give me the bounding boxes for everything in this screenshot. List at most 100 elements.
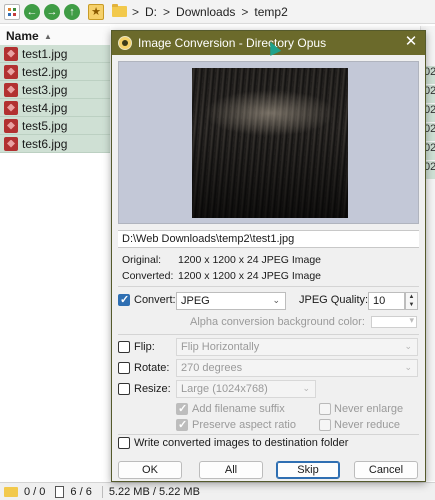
breadcrumb: > D: > Downloads > temp2 <box>132 5 288 19</box>
status-size: 5.22 MB / 5.22 MB <box>101 485 200 498</box>
convert-label: Convert: <box>134 294 176 306</box>
chevron-down-icon: ⌄ <box>302 383 310 393</box>
converted-label: Converted: <box>122 270 174 282</box>
flip-label: Flip: <box>134 341 155 353</box>
image-preview <box>118 61 419 224</box>
column-header-label: Name <box>6 29 39 43</box>
chevron-down-icon: ⌄ <box>404 362 412 372</box>
list-item[interactable]: test4.jpg <box>0 99 110 117</box>
list-item[interactable]: test1.jpg <box>0 45 110 63</box>
image-file-icon <box>4 118 18 133</box>
never-reduce-label: Never reduce <box>334 419 401 431</box>
divider <box>118 286 419 287</box>
write-dest-label: Write converted images to destination fo… <box>134 437 349 449</box>
file-name: test3.jpg <box>22 82 68 97</box>
image-file-icon <box>4 82 18 97</box>
flip-select[interactable]: Flip Horizontally ⌄ <box>176 338 418 356</box>
divider <box>118 434 419 435</box>
resize-label: Resize: <box>134 383 171 395</box>
dialog-titlebar[interactable]: Image Conversion - Directory Opus ✕ <box>112 31 425 56</box>
breadcrumb-separator: > <box>132 5 140 19</box>
add-suffix-checkbox[interactable] <box>176 402 188 415</box>
rotate-value: 270 degrees <box>181 362 243 374</box>
file-name: test4.jpg <box>22 100 68 115</box>
rotate-checkbox[interactable] <box>118 362 130 374</box>
folder-icon <box>4 486 18 497</box>
flip-value: Flip Horizontally <box>181 341 260 353</box>
breadcrumb-separator: > <box>241 5 249 19</box>
never-enlarge-checkbox[interactable] <box>319 403 331 415</box>
stepper-down-icon[interactable]: ▼ <box>406 301 417 309</box>
breadcrumb-item-downloads[interactable]: Downloads <box>176 5 235 19</box>
file-icon <box>55 485 65 498</box>
converted-info: Converted: 1200 x 1200 x 24 JPEG Image <box>122 270 321 282</box>
convert-format-value: JPEG <box>181 295 210 307</box>
breadcrumb-item-drive[interactable]: D: <box>145 5 157 19</box>
resize-select[interactable]: Large (1024x768) ⌄ <box>176 380 316 398</box>
jpeg-quality-stepper[interactable]: ▲ ▼ <box>405 292 418 310</box>
convert-format-select[interactable]: JPEG ⌄ <box>176 292 286 310</box>
list-item[interactable]: test5.jpg <box>0 117 110 135</box>
folder-icon <box>112 4 127 17</box>
file-list: test1.jpg test2.jpg test3.jpg test4.jpg … <box>0 45 110 153</box>
never-reduce-checkbox[interactable] <box>319 419 331 431</box>
list-item[interactable]: test2.jpg <box>0 63 110 81</box>
alpha-color-label: Alpha conversion background color: <box>190 316 365 328</box>
converted-value: 1200 x 1200 x 24 JPEG Image <box>178 270 322 282</box>
rotate-select[interactable]: 270 degrees ⌄ <box>176 359 418 377</box>
breadcrumb-separator: > <box>163 5 171 19</box>
preserve-aspect-label: Preserve aspect ratio <box>192 419 296 431</box>
up-button[interactable]: ↑ <box>64 4 80 20</box>
all-button[interactable]: All <box>199 461 263 479</box>
original-value: 1200 x 1200 x 24 JPEG Image <box>178 254 322 266</box>
jpeg-quality-value: 10 <box>373 295 386 307</box>
flip-checkbox[interactable] <box>118 341 130 353</box>
cancel-button[interactable]: Cancel <box>354 461 418 479</box>
original-label: Original: <box>122 254 162 266</box>
file-name: test2.jpg <box>22 64 68 79</box>
sort-ascending-icon: ▲ <box>44 32 52 41</box>
list-item[interactable]: test6.jpg <box>0 135 110 153</box>
dialog-title: Image Conversion - Directory Opus <box>138 36 327 50</box>
favorites-star-icon[interactable]: ★ <box>88 4 104 20</box>
resize-value: Large (1024x768) <box>181 383 268 395</box>
chevron-down-icon: ⌄ <box>272 295 280 305</box>
write-dest-checkbox[interactable] <box>118 437 130 449</box>
jpeg-quality-input[interactable]: 10 <box>368 292 405 310</box>
image-file-icon <box>4 46 18 61</box>
image-file-icon <box>4 64 18 79</box>
image-file-icon <box>4 100 18 115</box>
image-conversion-dialog: Image Conversion - Directory Opus ✕ D:\W… <box>111 30 426 482</box>
layout-grid-icon[interactable] <box>4 4 20 20</box>
forward-button[interactable]: → <box>44 4 60 20</box>
directory-opus-icon <box>118 36 132 50</box>
never-enlarge-label: Never enlarge <box>334 403 404 415</box>
add-suffix-label: Add filename suffix <box>192 403 285 415</box>
convert-checkbox[interactable] <box>118 293 130 306</box>
file-path: D:\Web Downloads\temp2\test1.jpg <box>118 230 419 248</box>
skip-button[interactable]: Skip <box>276 461 340 479</box>
jpeg-quality-label: JPEG Quality: <box>299 294 369 306</box>
status-folder-count: 0 / 0 <box>24 485 46 498</box>
breadcrumb-item-temp2[interactable]: temp2 <box>254 5 287 19</box>
file-name: test1.jpg <box>22 46 68 61</box>
file-name: test5.jpg <box>22 118 68 133</box>
chevron-down-icon: ⌄ <box>404 341 412 351</box>
back-button[interactable]: ← <box>24 4 40 20</box>
resize-checkbox[interactable] <box>118 383 130 395</box>
stepper-up-icon[interactable]: ▲ <box>406 293 417 301</box>
preserve-aspect-checkbox[interactable] <box>176 418 188 431</box>
preview-image <box>192 68 348 218</box>
file-manager-toolbar: ← → ↑ ★ > D: > Downloads > temp2 <box>0 0 435 24</box>
original-info: Original: 1200 x 1200 x 24 JPEG Image <box>122 254 321 266</box>
status-bar: 0 / 0 6 / 6 5.22 MB / 5.22 MB <box>0 482 435 500</box>
column-header-name[interactable]: Name ▲ <box>0 26 110 46</box>
ok-button[interactable]: OK <box>118 461 182 479</box>
image-file-icon <box>4 136 18 151</box>
rotate-label: Rotate: <box>134 362 170 374</box>
status-file-count: 6 / 6 <box>70 485 92 498</box>
alpha-color-picker[interactable] <box>371 315 417 328</box>
close-button[interactable]: ✕ <box>403 34 419 50</box>
divider <box>118 334 419 335</box>
list-item[interactable]: test3.jpg <box>0 81 110 99</box>
